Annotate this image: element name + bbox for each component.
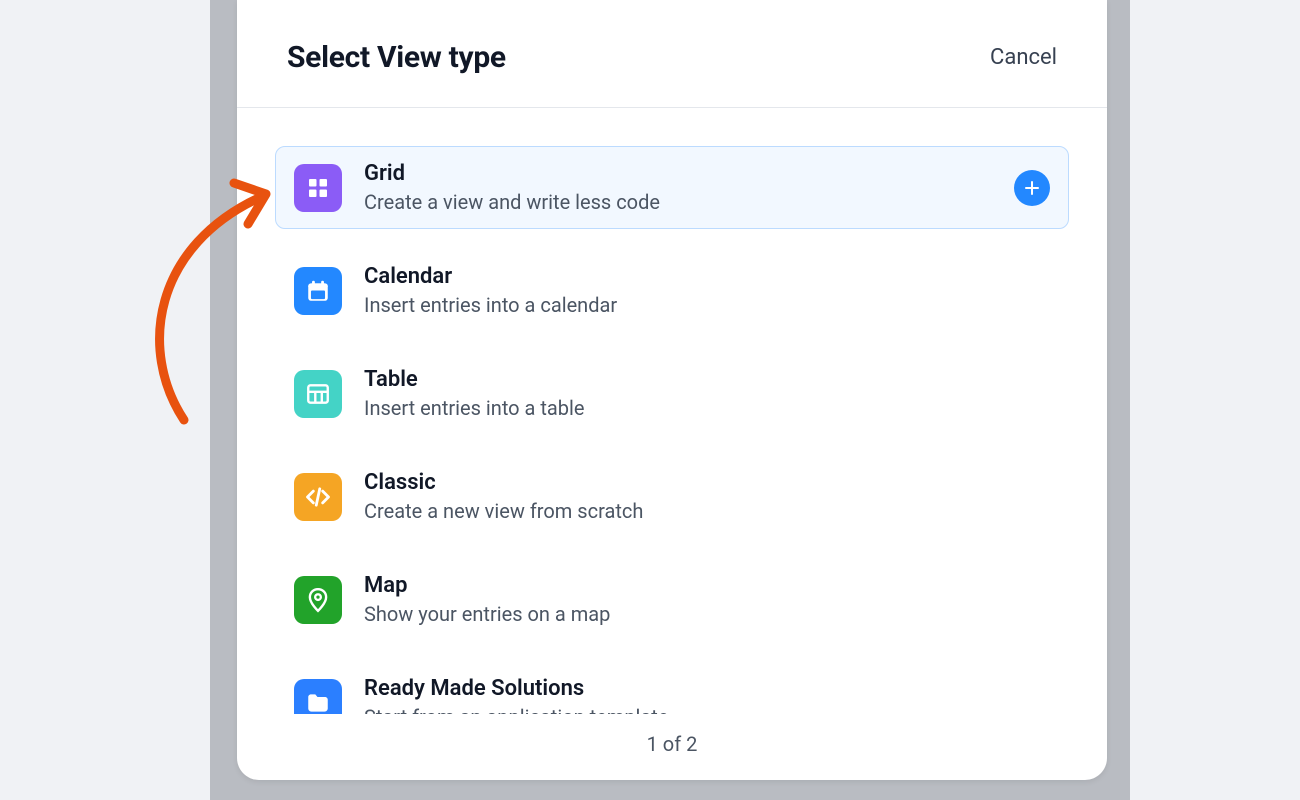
table-icon — [294, 370, 342, 418]
option-desc: Start from an application template — [364, 705, 1050, 714]
option-text: Grid Create a view and write less code — [364, 161, 992, 214]
option-title: Table — [364, 367, 1050, 392]
grid-icon — [294, 164, 342, 212]
option-title: Calendar — [364, 264, 1050, 289]
plus-icon — [1024, 180, 1040, 196]
option-ready-made-solutions[interactable]: Ready Made Solutions Start from an appli… — [275, 661, 1069, 714]
pagination-label: 1 of 2 — [237, 714, 1107, 780]
option-text: Calendar Insert entries into a calendar — [364, 264, 1050, 317]
calendar-icon — [294, 267, 342, 315]
option-desc: Create a new view from scratch — [364, 499, 1050, 523]
option-desc: Insert entries into a calendar — [364, 293, 1050, 317]
option-calendar[interactable]: Calendar Insert entries into a calendar — [275, 249, 1069, 332]
option-text: Map Show your entries on a map — [364, 573, 1050, 626]
option-desc: Insert entries into a table — [364, 396, 1050, 420]
option-grid[interactable]: Grid Create a view and write less code — [275, 146, 1069, 229]
select-view-type-modal: Select View type Cancel Grid Create a vi… — [237, 0, 1107, 780]
option-title: Classic — [364, 470, 1050, 495]
add-button[interactable] — [1014, 170, 1050, 206]
option-text: Classic Create a new view from scratch — [364, 470, 1050, 523]
option-classic[interactable]: Classic Create a new view from scratch — [275, 455, 1069, 538]
option-title: Map — [364, 573, 1050, 598]
option-desc: Create a view and write less code — [364, 190, 992, 214]
option-table[interactable]: Table Insert entries into a table — [275, 352, 1069, 435]
option-title: Grid — [364, 161, 992, 186]
code-icon — [294, 473, 342, 521]
option-map[interactable]: Map Show your entries on a map — [275, 558, 1069, 641]
modal-header: Select View type Cancel — [237, 0, 1107, 108]
folder-icon — [294, 679, 342, 715]
option-text: Ready Made Solutions Start from an appli… — [364, 676, 1050, 714]
view-type-list: Grid Create a view and write less code — [237, 108, 1107, 714]
modal-title: Select View type — [287, 40, 506, 75]
cancel-button[interactable]: Cancel — [990, 45, 1057, 70]
option-text: Table Insert entries into a table — [364, 367, 1050, 420]
pin-icon — [294, 576, 342, 624]
option-desc: Show your entries on a map — [364, 602, 1050, 626]
option-title: Ready Made Solutions — [364, 676, 1050, 701]
